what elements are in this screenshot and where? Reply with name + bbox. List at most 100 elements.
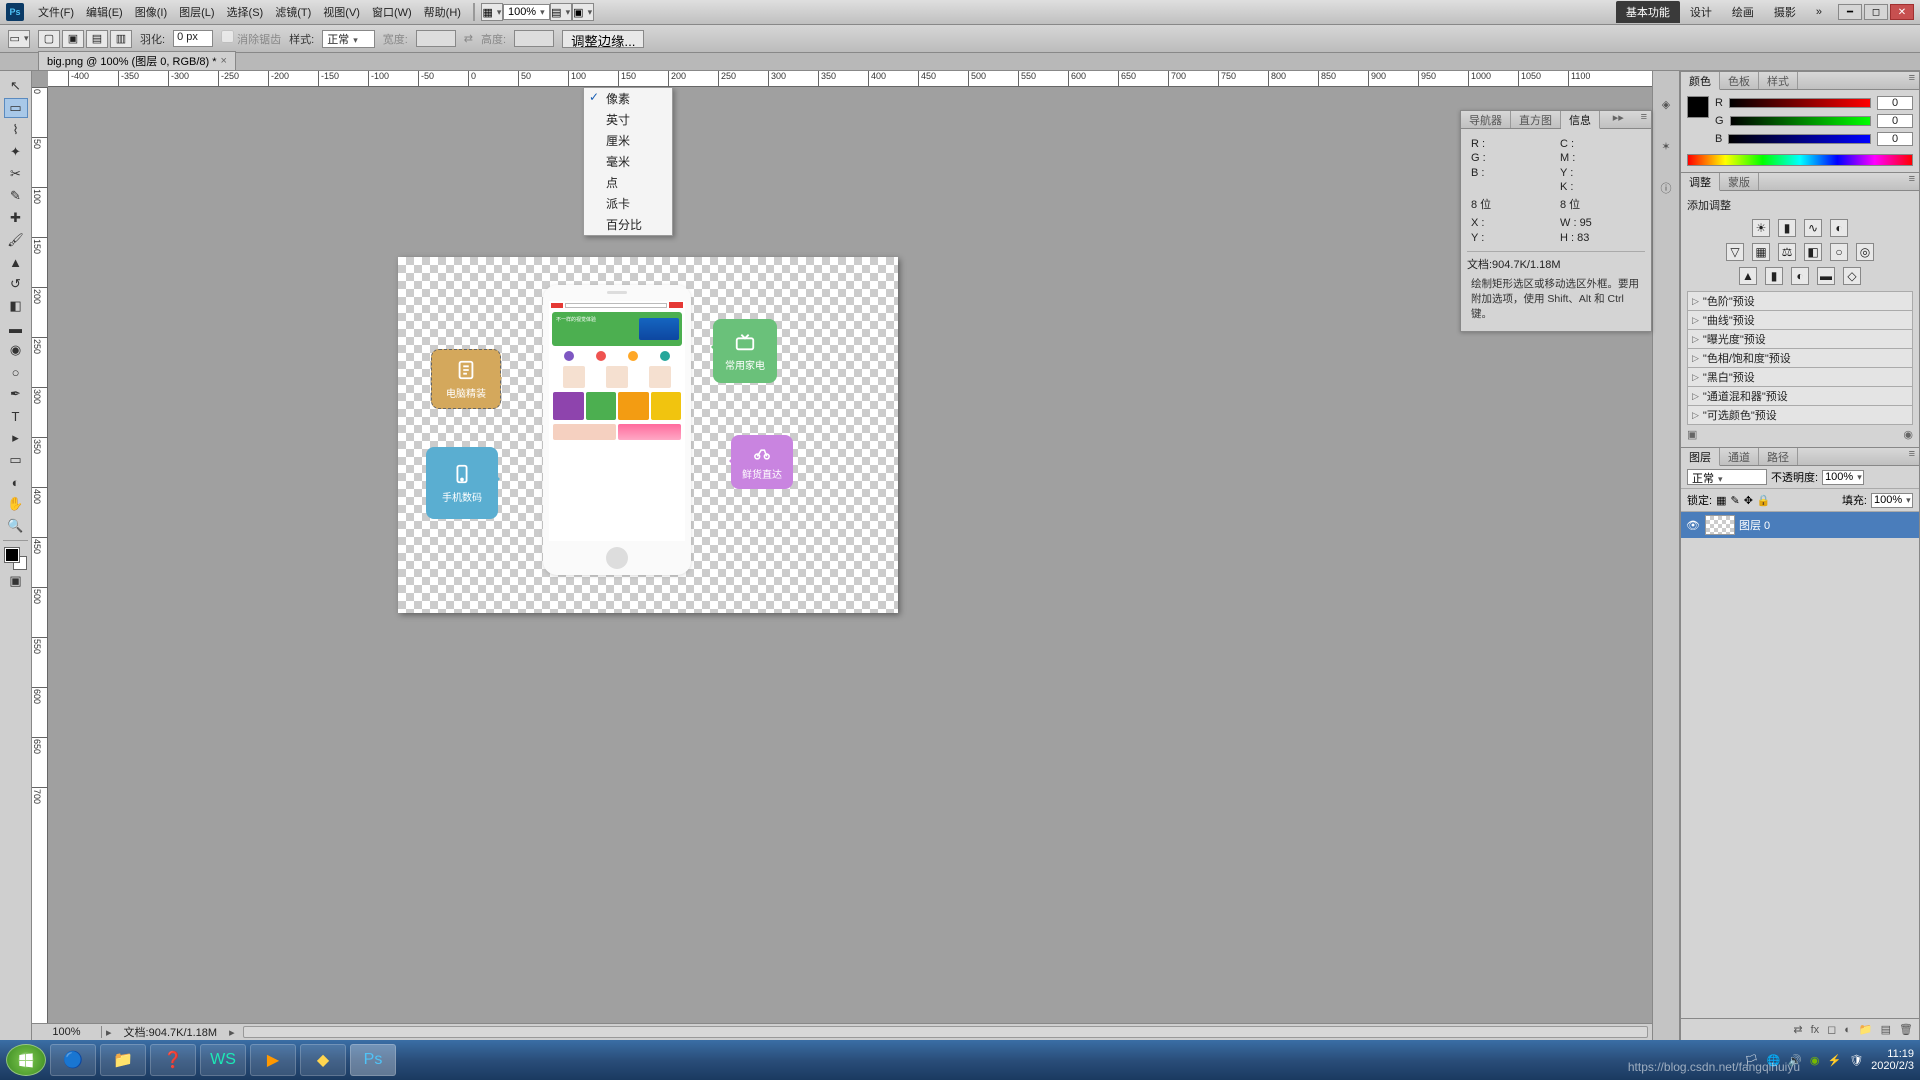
tray-nvidia-icon[interactable]: ◉	[1810, 1054, 1820, 1067]
zoom-tool[interactable]: 🔍	[4, 516, 28, 536]
lock-pixels-icon[interactable]: ✎	[1730, 494, 1739, 507]
task-chrome[interactable]: 🔵	[50, 1044, 96, 1076]
menu-image[interactable]: 图像(I)	[129, 2, 173, 22]
g-slider[interactable]	[1730, 116, 1871, 126]
unit-picas[interactable]: 派卡	[584, 193, 672, 214]
lock-all-icon[interactable]: 🔒	[1757, 494, 1771, 507]
lasso-tool[interactable]: ⌇	[4, 120, 28, 140]
tab-masks[interactable]: 蒙版	[1720, 173, 1759, 190]
dock-info-icon[interactable]: ⓘ	[1657, 179, 1675, 197]
adj-selective-icon[interactable]: ◇	[1843, 267, 1861, 285]
task-photoshop[interactable]: Ps	[350, 1044, 396, 1076]
layer-thumbnail[interactable]	[1705, 515, 1735, 535]
layer-name[interactable]: 图层 0	[1739, 517, 1770, 533]
adj-footer-left-icon[interactable]: ▣	[1687, 428, 1697, 441]
visibility-toggle-icon[interactable]: 👁	[1685, 517, 1701, 533]
panel-menu-icon[interactable]: ≡	[1637, 111, 1651, 128]
menu-help[interactable]: 帮助(H)	[418, 2, 467, 22]
status-zoom[interactable]: 100%	[32, 1026, 102, 1038]
clock[interactable]: 11:19 2020/2/3	[1871, 1048, 1914, 1072]
tab-navigator[interactable]: 导航器	[1461, 111, 1511, 128]
menu-select[interactable]: 选择(S)	[221, 2, 270, 22]
layer-row[interactable]: 👁 图层 0	[1681, 512, 1919, 538]
workspace-tab-photography[interactable]: 摄影	[1764, 1, 1806, 23]
tab-paths[interactable]: 路径	[1759, 448, 1798, 465]
brush-controls-icon[interactable]: ▦	[481, 3, 503, 21]
color-swatches[interactable]	[5, 548, 27, 570]
adj-gradient-map-icon[interactable]: ▬	[1817, 267, 1835, 285]
tab-histogram[interactable]: 直方图	[1511, 111, 1561, 128]
panel-menu-icon[interactable]: ≡	[1905, 72, 1919, 89]
tab-layers[interactable]: 图层	[1681, 448, 1720, 466]
tray-battery-icon[interactable]: ⚡	[1828, 1054, 1842, 1067]
status-doc-info[interactable]: 文档:904.7K/1.18M	[116, 1024, 226, 1040]
window-minimize[interactable]: ━	[1838, 4, 1862, 20]
blur-tool[interactable]: ◉	[4, 340, 28, 360]
color-spectrum[interactable]	[1687, 154, 1913, 166]
g-value[interactable]: 0	[1877, 114, 1913, 128]
adj-brightness-icon[interactable]: ☀	[1752, 219, 1770, 237]
ruler-vertical[interactable]: 0501001502002503003504004505005506006507…	[32, 87, 48, 1023]
healing-tool[interactable]: ✚	[4, 208, 28, 228]
pen-tool[interactable]: ✒	[4, 384, 28, 404]
panel-menu-icon[interactable]: ≡	[1905, 173, 1919, 190]
task-media[interactable]: ▶	[250, 1044, 296, 1076]
tab-info[interactable]: 信息	[1561, 111, 1600, 129]
adj-vibrance-icon[interactable]: ▽	[1726, 243, 1744, 261]
tab-styles[interactable]: 样式	[1759, 72, 1798, 89]
window-maximize[interactable]: ◻	[1864, 4, 1888, 20]
marquee-intersect-icon[interactable]: ▥	[110, 30, 132, 48]
delete-layer-icon[interactable]: 🗑	[1899, 1023, 1913, 1036]
adj-hue-icon[interactable]: ▦	[1752, 243, 1770, 261]
antialias-checkbox[interactable]: 消除锯齿	[221, 30, 281, 47]
viewport[interactable]: 不一样的视觉体验	[48, 87, 1652, 1023]
unit-percent[interactable]: 百分比	[584, 214, 672, 235]
fill-input[interactable]: 100%	[1871, 493, 1913, 508]
feather-input[interactable]: 0 px	[173, 30, 213, 47]
preset-exposure[interactable]: ▷"曝光度"预设	[1687, 329, 1913, 349]
lock-position-icon[interactable]: ✥	[1744, 494, 1753, 507]
menu-window[interactable]: 窗口(W)	[366, 2, 418, 22]
eyedropper-tool[interactable]: ✎	[4, 186, 28, 206]
marquee-add-icon[interactable]: ▣	[62, 30, 84, 48]
foreground-color-swatch[interactable]	[5, 548, 19, 562]
adj-exposure-icon[interactable]: ◐	[1830, 219, 1848, 237]
adj-bw-icon[interactable]: ◧	[1804, 243, 1822, 261]
zoom-percent[interactable]: 100%	[503, 4, 550, 20]
task-help[interactable]: ❓	[150, 1044, 196, 1076]
hand-tool[interactable]: ✋	[4, 494, 28, 514]
dock-actions-icon[interactable]: ✶	[1657, 137, 1675, 155]
stamp-tool[interactable]: ▲	[4, 252, 28, 272]
adj-balance-icon[interactable]: ⚖	[1778, 243, 1796, 261]
adj-footer-right-icon[interactable]: ◉	[1903, 428, 1913, 441]
dodge-tool[interactable]: ○	[4, 362, 28, 382]
crop-tool[interactable]: ✂	[4, 164, 28, 184]
menu-filter[interactable]: 滤镜(T)	[269, 2, 317, 22]
path-select-tool[interactable]: ▸	[4, 428, 28, 448]
marquee-new-icon[interactable]: ▢	[38, 30, 60, 48]
menu-layer[interactable]: 图层(L)	[173, 2, 220, 22]
b-value[interactable]: 0	[1877, 132, 1913, 146]
workspace-tab-painting[interactable]: 绘画	[1722, 1, 1764, 23]
unit-inches[interactable]: 英寸	[584, 109, 672, 130]
workspace-tab-essentials[interactable]: 基本功能	[1616, 1, 1680, 23]
move-tool[interactable]: ↖	[4, 76, 28, 96]
panel-menu-icon[interactable]: ≡	[1905, 448, 1919, 465]
task-webstorm[interactable]: WS	[200, 1044, 246, 1076]
type-tool[interactable]: T	[4, 406, 28, 426]
new-fill-layer-icon[interactable]: ◐	[1844, 1024, 1851, 1036]
menu-edit[interactable]: 编辑(E)	[80, 2, 129, 22]
menu-view[interactable]: 视图(V)	[317, 2, 366, 22]
unit-mm[interactable]: 毫米	[584, 151, 672, 172]
ruler-horizontal[interactable]: -400-350-300-250-200-150-100-50050100150…	[48, 71, 1652, 87]
tray-volume-icon[interactable]: 🔊	[1788, 1054, 1802, 1067]
unit-cm[interactable]: 厘米	[584, 130, 672, 151]
adj-levels-icon[interactable]: ▮	[1778, 219, 1796, 237]
tab-channels[interactable]: 通道	[1720, 448, 1759, 465]
status-arrow-icon[interactable]: ▸	[102, 1026, 116, 1039]
current-color-swatch[interactable]	[1687, 96, 1709, 118]
tray-security-icon[interactable]: 🛡	[1849, 1054, 1863, 1067]
opacity-input[interactable]: 100%	[1822, 470, 1864, 485]
close-tab-icon[interactable]: ×	[221, 55, 227, 67]
3d-tool[interactable]: ◐	[4, 472, 28, 492]
